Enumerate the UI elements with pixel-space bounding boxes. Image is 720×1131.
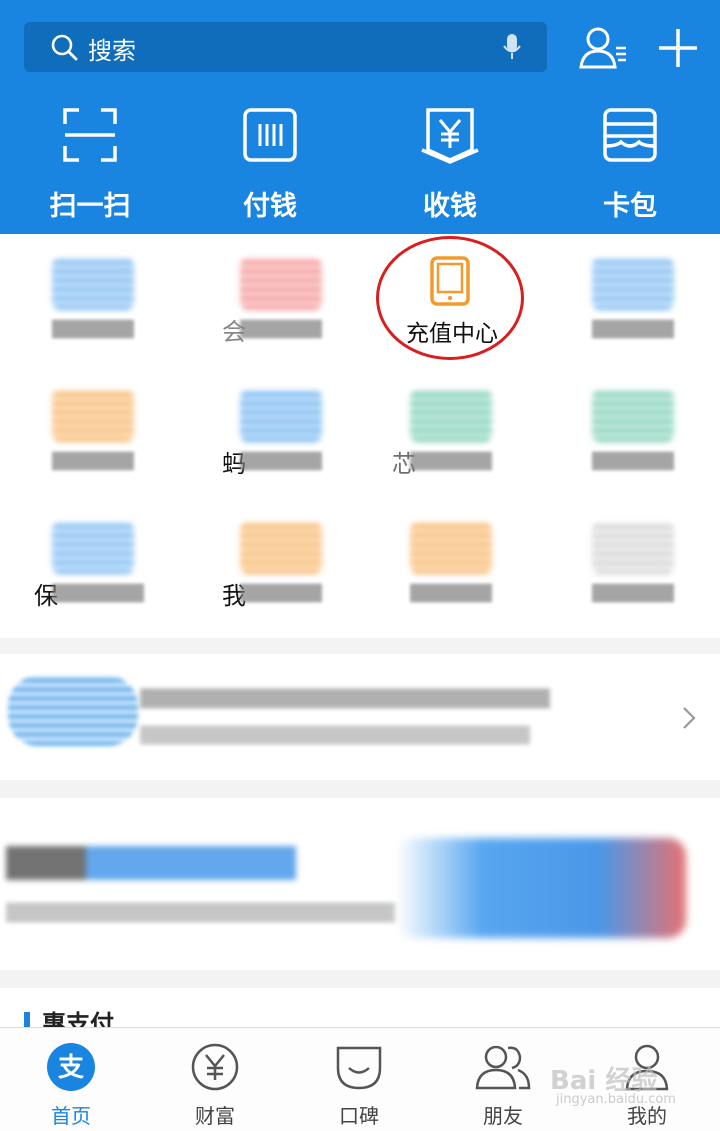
- blurred-app-label: [410, 452, 492, 470]
- svg-text:支: 支: [58, 1053, 84, 1083]
- app-tile[interactable]: [582, 258, 682, 358]
- blurred-banner-title: [6, 846, 296, 880]
- koubei-icon: [334, 1042, 384, 1094]
- app-grid: 会 蚂 芯 保 我: [0, 234, 720, 638]
- blurred-app-icon: [410, 522, 492, 574]
- blurred-app-label: [410, 584, 492, 602]
- blurred-app-icon: [52, 258, 134, 310]
- app-tile[interactable]: 会: [222, 258, 330, 358]
- app-tile[interactable]: [582, 390, 682, 490]
- blurred-app-icon: [592, 522, 674, 574]
- app-tile[interactable]: [42, 390, 142, 490]
- pay-button[interactable]: 付钱: [210, 108, 330, 223]
- blurred-app-label: [592, 584, 674, 602]
- blurred-app-icon: [592, 258, 674, 310]
- banner-card[interactable]: [0, 798, 720, 970]
- search-bar[interactable]: 搜索: [24, 22, 547, 72]
- blurred-app-label: [240, 320, 322, 338]
- collect-button[interactable]: 收钱: [390, 108, 510, 223]
- blurred-app-label: [592, 320, 674, 338]
- promo-card[interactable]: [0, 654, 720, 780]
- tab-koubei[interactable]: 口碑: [304, 1042, 414, 1129]
- blurred-app-icon: [52, 522, 134, 574]
- tab-friends[interactable]: 朋友: [448, 1042, 558, 1129]
- chevron-right-icon[interactable]: [682, 706, 696, 734]
- scan-label: 扫一扫: [49, 191, 131, 222]
- add-icon[interactable]: [656, 26, 700, 74]
- app-tile[interactable]: [400, 522, 500, 622]
- top-header: 搜索 扫一扫 付钱 收钱 卡包: [0, 0, 720, 234]
- contacts-icon[interactable]: [578, 26, 630, 74]
- blurred-promo-subtitle: [140, 726, 530, 744]
- blurred-app-icon: [240, 390, 322, 442]
- blurred-app-icon: [52, 390, 134, 442]
- app-tile[interactable]: 蚂: [222, 390, 330, 490]
- blurred-app-icon: [240, 258, 322, 310]
- tab-koubei-label: 口碑: [339, 1104, 379, 1128]
- yuan-receipt-icon: [420, 108, 480, 168]
- app-tile[interactable]: 我: [222, 522, 330, 622]
- blurred-app-label: [52, 320, 134, 338]
- blurred-app-label: [592, 452, 674, 470]
- collect-label: 收钱: [423, 191, 477, 222]
- blurred-banner-image: [396, 838, 686, 938]
- alipay-icon: 支: [46, 1042, 96, 1094]
- blurred-app-icon: [410, 390, 492, 442]
- wealth-yuan-icon: [190, 1042, 240, 1094]
- section-title: 惠支付: [42, 1010, 114, 1028]
- tab-home-label: 首页: [51, 1104, 91, 1128]
- app-tile[interactable]: 芯: [392, 390, 500, 490]
- scan-button[interactable]: 扫一扫: [30, 108, 150, 223]
- barcode-icon: [243, 108, 297, 166]
- discount-pay-section: 惠支付: [0, 988, 720, 1028]
- section-accent-bar: [24, 1012, 30, 1028]
- blurred-promo-icon: [8, 676, 138, 746]
- app-tile[interactable]: [582, 522, 682, 622]
- tab-home[interactable]: 支 首页: [16, 1042, 126, 1129]
- scan-icon: [63, 108, 117, 166]
- blurred-app-icon: [592, 390, 674, 442]
- friends-icon: [474, 1042, 532, 1094]
- microphone-icon[interactable]: [502, 33, 522, 65]
- tab-friends-label: 朋友: [483, 1104, 523, 1128]
- app-tile[interactable]: 保: [34, 522, 144, 622]
- tab-wealth[interactable]: 财富: [160, 1042, 270, 1129]
- search-icon: [50, 33, 78, 65]
- blurred-app-label: [240, 452, 322, 470]
- tab-wealth-label: 财富: [195, 1104, 235, 1128]
- blurred-app-label: [52, 584, 144, 602]
- blurred-promo-title: [140, 688, 550, 708]
- recharge-center-tile[interactable]: 充值中心: [376, 236, 528, 364]
- pay-label: 付钱: [243, 191, 297, 222]
- app-tile[interactable]: [42, 258, 142, 358]
- cards-label: 卡包: [603, 191, 657, 222]
- search-placeholder: 搜索: [88, 37, 136, 65]
- mobile-phone-icon: [429, 256, 471, 310]
- watermark-url: jingyan.baidu.com: [556, 1092, 676, 1107]
- blurred-app-label: [240, 584, 322, 602]
- blurred-app-label: [52, 452, 134, 470]
- recharge-center-label: 充值中心: [406, 321, 498, 347]
- blurred-banner-text: [6, 902, 396, 922]
- card-wallet-icon: [603, 108, 657, 166]
- blurred-app-icon: [240, 522, 322, 574]
- cards-button[interactable]: 卡包: [570, 108, 690, 223]
